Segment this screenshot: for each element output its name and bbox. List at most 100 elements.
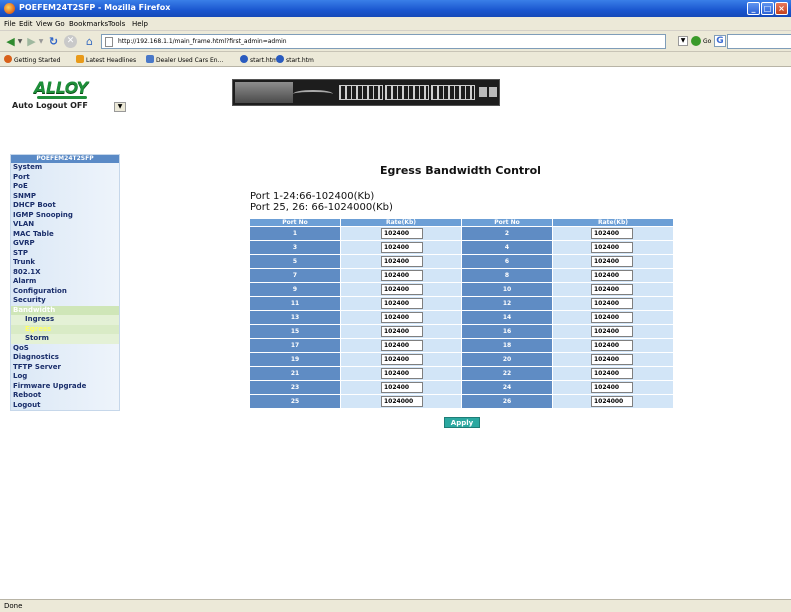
rate-cell: 102400: [552, 296, 674, 311]
rate-cell: 102400: [552, 282, 674, 297]
sidebar-item-system[interactable]: System: [11, 163, 119, 173]
rate-input[interactable]: 1024000: [591, 396, 633, 407]
port-number-cell: 9: [249, 282, 341, 297]
sidebar-subitem-egress[interactable]: Egress: [11, 324, 119, 334]
sidebar-item-8021x[interactable]: 802.1X: [11, 267, 119, 277]
bookmark-start-1[interactable]: start.htm: [240, 55, 278, 64]
rate-input[interactable]: 102400: [591, 256, 633, 267]
sidebar-item-tftp-server[interactable]: TFTP Server: [11, 362, 119, 372]
stop-icon[interactable]: ✕: [64, 35, 77, 48]
sidebar-item-igmp-snooping[interactable]: IGMP Snooping: [11, 210, 119, 220]
range-note-ports-25-26: Port 25, 26: 66-1024000(Kb): [250, 202, 393, 213]
rate-input[interactable]: 102400: [591, 284, 633, 295]
bookmark-latest-headlines[interactable]: Latest Headlines: [76, 55, 136, 64]
forward-dropdown-icon[interactable]: ▼: [37, 34, 45, 49]
sidebar-item-alarm[interactable]: Alarm: [11, 277, 119, 287]
menu-view[interactable]: View: [36, 20, 53, 28]
menu-go[interactable]: Go: [55, 20, 65, 28]
minimize-button[interactable]: _: [747, 2, 760, 15]
sidebar-item-dhcp-boot[interactable]: DHCP Boot: [11, 201, 119, 211]
sidebar-item-port[interactable]: Port: [11, 172, 119, 182]
sidebar-item-configuration[interactable]: Configuration: [11, 286, 119, 296]
sidebar-item-bandwidth[interactable]: Bandwidth: [11, 305, 119, 315]
menu-tools[interactable]: Tools: [108, 20, 125, 28]
rate-input[interactable]: 102400: [591, 312, 633, 323]
rate-input[interactable]: 102400: [591, 340, 633, 351]
rate-input[interactable]: 102400: [381, 326, 423, 337]
rate-input[interactable]: 102400: [591, 270, 633, 281]
bookmark-getting-started[interactable]: Getting Started: [4, 55, 60, 64]
menu-file[interactable]: File: [4, 20, 16, 28]
sidebar-item-gvrp[interactable]: GVRP: [11, 239, 119, 249]
home-icon[interactable]: ⌂: [82, 34, 97, 49]
sidebar-item-vlan[interactable]: VLAN: [11, 220, 119, 230]
rate-input[interactable]: 102400: [591, 382, 633, 393]
port-block-3: [431, 85, 475, 100]
sidebar-item-security[interactable]: Security: [11, 296, 119, 306]
rate-input[interactable]: 102400: [381, 368, 423, 379]
menu-help[interactable]: Help: [132, 20, 148, 28]
rate-input[interactable]: 102400: [381, 298, 423, 309]
menu-bookmarks[interactable]: Bookmarks: [69, 20, 108, 28]
rate-input[interactable]: 102400: [591, 242, 633, 253]
port-number-cell: 25: [249, 394, 341, 409]
sidebar-item-trunk[interactable]: Trunk: [11, 258, 119, 268]
back-dropdown-icon[interactable]: ▼: [16, 34, 24, 49]
rate-input[interactable]: 102400: [591, 368, 633, 379]
bookmarks-toolbar: Getting Started Latest Headlines Dealer …: [0, 52, 791, 67]
rate-input[interactable]: 102400: [381, 270, 423, 281]
rate-input[interactable]: 102400: [381, 340, 423, 351]
rate-input[interactable]: 102400: [591, 228, 633, 239]
rate-input[interactable]: 102400: [381, 354, 423, 365]
menu-edit[interactable]: Edit: [19, 20, 33, 28]
rate-input[interactable]: 102400: [381, 256, 423, 267]
port-number-cell: 26: [461, 394, 553, 409]
rate-input[interactable]: 102400: [591, 354, 633, 365]
sfp-port-2: [489, 87, 497, 97]
sidebar-item-mac-table[interactable]: MAC Table: [11, 229, 119, 239]
sidebar-item-firmware-upgrade[interactable]: Firmware Upgrade: [11, 381, 119, 391]
reload-icon[interactable]: ↻: [46, 34, 61, 49]
search-engine-icon[interactable]: G: [714, 35, 726, 47]
rate-cell: 102400: [552, 338, 674, 353]
port-number-cell: 8: [461, 268, 553, 283]
sidebar-item-stp[interactable]: STP: [11, 248, 119, 258]
go-button[interactable]: Go: [703, 38, 711, 45]
rate-input[interactable]: 102400: [381, 382, 423, 393]
rate-input[interactable]: 102400: [591, 326, 633, 337]
sidebar-item-diagnostics[interactable]: Diagnostics: [11, 353, 119, 363]
sidebar-item-poe[interactable]: PoE: [11, 182, 119, 192]
close-button[interactable]: ×: [775, 2, 788, 15]
rate-cell: 102400: [340, 380, 462, 395]
url-dropdown-icon[interactable]: ▼: [678, 36, 688, 46]
rate-input[interactable]: 102400: [381, 242, 423, 253]
apply-button[interactable]: Apply: [444, 417, 480, 428]
bookmark-start-2[interactable]: start.htm: [276, 55, 314, 64]
page-icon: [105, 37, 113, 47]
maximize-button[interactable]: □: [761, 2, 774, 15]
url-field[interactable]: http://192.168.1.1/main_frame.html?first…: [101, 34, 666, 49]
rate-input[interactable]: 1024000: [381, 396, 423, 407]
sidebar-item-reboot[interactable]: Reboot: [11, 391, 119, 401]
bookmark-dealer-used-cars[interactable]: Dealer Used Cars En...: [146, 55, 223, 64]
sidebar-item-log[interactable]: Log: [11, 372, 119, 382]
sidebar-item-logout[interactable]: Logout: [11, 400, 119, 410]
rate-input[interactable]: 102400: [381, 284, 423, 295]
rate-input[interactable]: 102400: [381, 228, 423, 239]
go-icon[interactable]: [691, 36, 701, 46]
sidebar-subitem-ingress[interactable]: Ingress: [11, 315, 119, 325]
sidebar-item-snmp[interactable]: SNMP: [11, 191, 119, 201]
table-header-row: Port No Rate(Kb) Port No Rate(Kb): [249, 218, 674, 227]
table-row: 11 102400 12 102400: [249, 296, 674, 311]
rate-input[interactable]: 102400: [381, 312, 423, 323]
port-number-cell: 6: [461, 254, 553, 269]
sidebar-subitem-storm[interactable]: Storm: [11, 334, 119, 344]
table-row: 21 102400 22 102400: [249, 366, 674, 381]
chevron-down-icon[interactable]: ▼: [114, 102, 126, 112]
table-row: 17 102400 18 102400: [249, 338, 674, 353]
search-input[interactable]: [727, 34, 791, 49]
auto-logout-select[interactable]: Auto Logout OFF: [12, 101, 88, 110]
sidebar-item-qos[interactable]: QoS: [11, 343, 119, 353]
status-text: Done: [4, 602, 23, 610]
rate-input[interactable]: 102400: [591, 298, 633, 309]
